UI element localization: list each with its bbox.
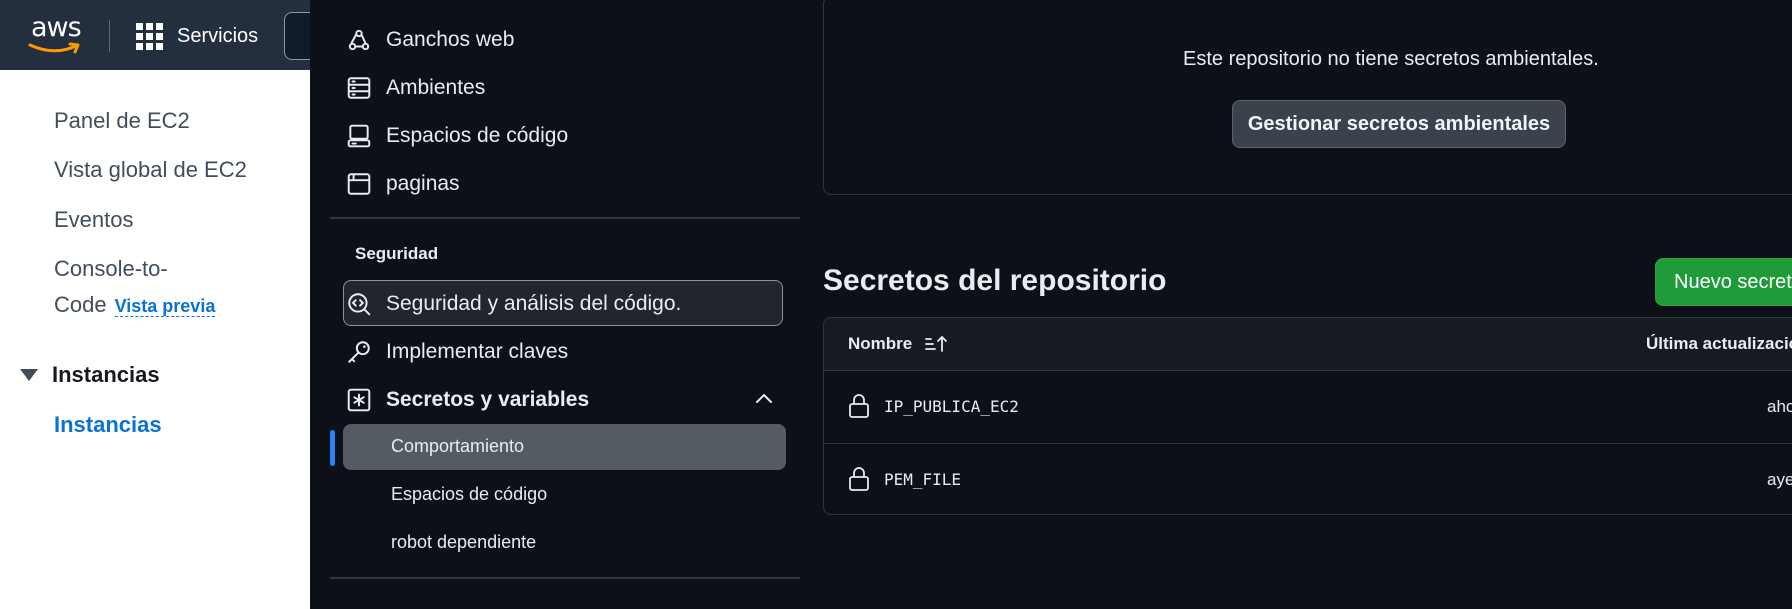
instances-section-toggle[interactable]: Instancias [20, 362, 160, 388]
nav-label: Ambientes [386, 76, 486, 99]
caret-down-icon [20, 369, 38, 381]
nav-item-secrets-variables[interactable]: Secretos y variables [346, 382, 589, 418]
security-heading: Seguridad [355, 244, 439, 263]
server-icon [347, 77, 371, 99]
sidebar-item-events[interactable]: Eventos [54, 207, 134, 233]
aws-sidebar: Panel de EC2 Vista global de EC2 Eventos… [0, 70, 310, 460]
preview-badge[interactable]: Vista previa [114, 296, 216, 317]
environment-empty-message: Este repositorio no tiene secretos ambie… [1183, 48, 1599, 70]
key-icon [348, 341, 370, 363]
table-row[interactable]: PEM_FILE ayer [824, 443, 1792, 514]
aws-logo[interactable]: aws [28, 12, 88, 58]
nav-label: Seguridad y análisis del código. [386, 292, 682, 315]
console-to-code-label: Code [54, 292, 107, 317]
asterisk-icon [347, 388, 371, 412]
nav-item-deploy-keys[interactable]: Implementar claves [346, 334, 568, 370]
column-header-label: Nombre [848, 334, 913, 353]
services-menu-button[interactable]: Servicios [136, 20, 258, 52]
nav-item-code-security[interactable]: Seguridad y análisis del código. [346, 286, 681, 322]
topbar-divider [109, 20, 110, 52]
sidebar-item-instances[interactable]: Instancias [54, 412, 162, 438]
sidebar-item-console-to-code[interactable]: Console-to- [54, 256, 168, 282]
repo-secrets-title: Secretos del repositorio [823, 264, 1167, 297]
chevron-up-icon[interactable] [754, 392, 774, 404]
sidebar-item-console-to-code-line2[interactable]: Code Vista previa [54, 292, 216, 318]
nav-divider [330, 577, 800, 579]
sort-ascending-icon [925, 335, 948, 352]
secret-name: IP_PUBLICA_EC2 [884, 397, 1019, 416]
services-label: Servicios [177, 24, 259, 47]
manage-environment-secrets-button[interactable]: Gestionar secretos ambientales [1232, 100, 1566, 148]
sub-item-codespaces[interactable]: Espacios de código [391, 484, 547, 505]
nav-item-codespaces[interactable]: Espacios de código [346, 118, 568, 154]
secret-name: PEM_FILE [884, 470, 962, 489]
grid-icon [136, 22, 163, 50]
browser-icon [347, 173, 371, 195]
codescan-icon [348, 293, 371, 316]
new-repo-secret-button[interactable]: Nuevo secreto del repositorio [1655, 258, 1792, 306]
lock-icon [849, 394, 869, 418]
active-indicator [330, 430, 335, 466]
aws-smile-icon [28, 42, 80, 54]
table-row[interactable]: IP_PUBLICA_EC2 ahora [824, 371, 1792, 443]
nav-label: Secretos y variables [386, 388, 590, 411]
codespaces-icon [347, 124, 371, 148]
nav-label: Espacios de código [386, 124, 569, 147]
nav-label: paginas [386, 172, 460, 195]
column-header-updated[interactable]: Última actualización [1646, 334, 1792, 354]
nav-label: Implementar claves [386, 340, 569, 363]
nav-item-environments[interactable]: Ambientes [346, 70, 485, 106]
aws-top-bar: aws Servicios [0, 0, 326, 70]
sub-item-actions[interactable]: Comportamiento [391, 436, 524, 457]
instances-section-label: Instancias [52, 362, 160, 387]
secret-updated: ayer [1767, 470, 1792, 489]
aws-logo-text: aws [31, 12, 82, 43]
sidebar-item-ec2-dashboard[interactable]: Panel de EC2 [54, 108, 190, 134]
github-settings-panel: Ganchos web Ambientes Espacios de código… [310, 0, 1792, 609]
secrets-table: Nombre Última actualización IP_PUBLICA_E… [823, 317, 1792, 515]
webhook-icon [348, 29, 370, 51]
column-header-name[interactable]: Nombre [848, 334, 948, 354]
nav-divider [330, 217, 800, 219]
nav-label: Ganchos web [386, 28, 515, 51]
lock-icon [849, 467, 869, 491]
nav-item-pages[interactable]: paginas [346, 166, 460, 202]
secret-updated: ahora [1767, 397, 1792, 416]
nav-item-webhooks[interactable]: Ganchos web [346, 22, 514, 58]
table-header: Nombre Última actualización [824, 318, 1792, 371]
sub-item-dependabot[interactable]: robot dependiente [391, 532, 536, 553]
environment-secrets-box [823, 0, 1792, 195]
sidebar-item-ec2-global-view[interactable]: Vista global de EC2 [54, 157, 247, 183]
